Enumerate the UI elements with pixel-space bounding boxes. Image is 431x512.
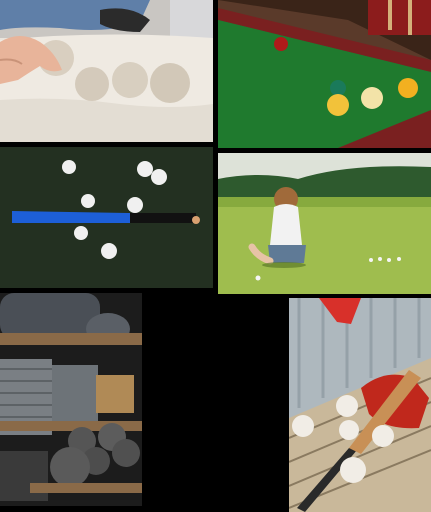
photo-golf-grass bbox=[0, 147, 213, 288]
photo-tile-lawn bbox=[218, 153, 431, 294]
photo-gym-shelves bbox=[0, 293, 142, 506]
photo-tile-bocce-sand bbox=[0, 0, 213, 142]
photo-tile-billiards bbox=[218, 0, 431, 148]
photo-billiards bbox=[218, 0, 431, 148]
photo-tile-golf-grass bbox=[0, 147, 213, 288]
photo-tile-gym-shelves bbox=[0, 293, 142, 506]
photo-baseball bbox=[289, 298, 431, 512]
photo-bocce-sand bbox=[0, 0, 213, 142]
photo-tile-baseball bbox=[289, 298, 431, 512]
photo-lawn bbox=[218, 153, 431, 294]
